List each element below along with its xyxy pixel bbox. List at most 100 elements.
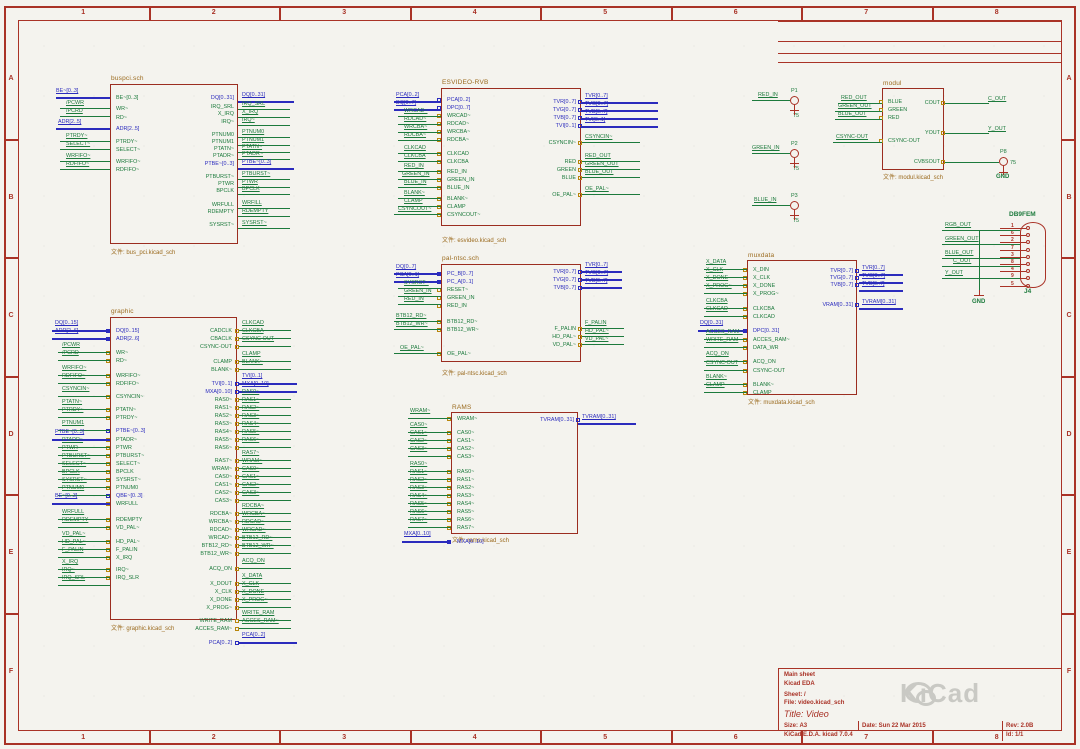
net-label-cout-db9[interactable]: C_OUT — [953, 258, 971, 264]
net-label-graphic-left-9[interactable]: PTNUM1 — [62, 420, 84, 426]
net-label-hdpal-pal[interactable]: HD_PAL~ — [585, 328, 609, 334]
net-label-bpclk[interactable]: BPCLK — [242, 186, 260, 192]
net-label-graphic-right-14[interactable]: RAS7~ — [242, 450, 259, 456]
net-label-rdcad-esv[interactable]: RDCAD~ — [404, 116, 426, 122]
net-label-ptbe03[interactable]: PTBE~[0..3] — [242, 159, 271, 165]
net-label-graphic-right-25[interactable]: BTB12_WR~ — [242, 543, 274, 549]
net-label-rams-left-3[interactable]: CAS2~ — [410, 438, 427, 444]
resistor-p1[interactable] — [790, 96, 799, 105]
net-label-btb12wr-pal[interactable]: BTB12_WR~ — [396, 321, 428, 327]
net-label-graphic-right-10[interactable]: RAS3~ — [242, 413, 259, 419]
db9-pin-circle-1[interactable] — [1026, 226, 1030, 230]
net-label-xirq[interactable]: X_IRQ — [242, 109, 258, 115]
net-label-graphic-right-3[interactable]: CLAMP — [242, 351, 261, 357]
net-label-graphic-right-30[interactable]: X_PROG~ — [242, 597, 268, 603]
net-label-muxdata-left-12[interactable]: CLAMP — [706, 382, 725, 388]
net-label-rams-left-5[interactable]: RAS0~ — [410, 461, 427, 467]
net-label-tvg-esv[interactable]: TVG[0..7] — [585, 101, 608, 107]
net-label-muxdata-left-4[interactable]: CLKCBA — [706, 298, 728, 304]
net-label-redin-esv[interactable]: RED_IN — [404, 163, 424, 169]
net-label-graphic-right-11[interactable]: RAS4~ — [242, 421, 259, 427]
net-label-rams-left-2[interactable]: CAS1~ — [410, 430, 427, 436]
net-label-be03[interactable]: BE~[0..3] — [56, 88, 78, 94]
net-label-wrfill[interactable]: WRFILL — [242, 200, 262, 206]
net-label-graphic-left-5[interactable]: RDFIFO~ — [62, 373, 85, 379]
net-label-greenout-db9[interactable]: GREEN_OUT — [945, 236, 979, 242]
net-label-graphic-right-29[interactable]: X_DONE — [242, 589, 264, 595]
net-label-muxdata-left-6[interactable]: DQ[0..31] — [700, 320, 723, 326]
net-label-graphic-right-1[interactable]: CLKCBA — [242, 328, 264, 334]
net-label-rams-left-12[interactable]: RAS7~ — [410, 517, 427, 523]
net-label-greenin-esv[interactable]: GREEN_IN — [402, 171, 430, 177]
net-label-blueout-modul[interactable]: BLUE_OUT — [838, 111, 866, 117]
net-label-irq[interactable]: IRQ~ — [242, 117, 255, 123]
db9-pin-circle-7[interactable] — [1026, 247, 1030, 252]
net-label-graphic-left-23[interactable]: F_PALIN — [62, 547, 83, 553]
net-label-graphic-right-26[interactable]: ACQ_ON — [242, 558, 265, 564]
net-label-graphic-right-8[interactable]: RAS1~ — [242, 397, 259, 403]
net-label-tvg-pal[interactable]: TVG[0..7] — [585, 270, 608, 276]
net-label-muxdata-left-2[interactable]: X_DONE — [706, 275, 728, 281]
net-label-graphic-right-31[interactable]: WRITE_RAM — [242, 610, 274, 616]
net-label-clamp-esv[interactable]: CLAMP — [404, 198, 423, 204]
net-label-redout-esv[interactable]: RED_OUT — [585, 153, 611, 159]
net-label-graphic-right-21[interactable]: WRCBA~ — [242, 511, 265, 517]
net-label-dq07-esv[interactable]: DQ[0..7] — [396, 100, 416, 106]
net-label-muxdata-left-10[interactable]: CSYNC-OUT — [706, 360, 738, 366]
net-label-tvr-esv[interactable]: TVR[0..7] — [585, 93, 608, 99]
net-label-wrfifo[interactable]: WRFIFO~ — [66, 153, 90, 159]
net-label-rams-left-10[interactable]: RAS5~ — [410, 501, 427, 507]
net-label-csyncin-esv[interactable]: CSYNCIN~ — [585, 134, 612, 140]
net-label-greenout-modul[interactable]: GREEN_OUT — [838, 103, 872, 109]
net-label-sysrst[interactable]: SYSRST~ — [242, 220, 267, 226]
net-label-graphic-right-12[interactable]: RAS5~ — [242, 429, 259, 435]
net-label-rams-left-13[interactable]: MXA[0..10] — [404, 531, 431, 537]
net-label-graphic-left-1[interactable]: ADR[2..6] — [55, 328, 78, 334]
net-label-rams-left-1[interactable]: CAS0~ — [410, 422, 427, 428]
net-label-rdfifo[interactable]: RDFIFO~ — [66, 161, 89, 167]
net-label-graphic-left-4[interactable]: WRFIFO~ — [62, 365, 86, 371]
net-label-pcwr[interactable]: /PCWR — [66, 100, 84, 106]
net-label-graphic-left-25[interactable]: IRQ~ — [62, 567, 75, 573]
net-label-rdempty[interactable]: RDEMPTY — [242, 208, 268, 214]
net-label-irqsrl[interactable]: IRQ_SRL — [242, 101, 265, 107]
net-label-muxdata-left-3[interactable]: X_PROG~ — [706, 283, 732, 289]
net-label-tvb-pal[interactable]: TVB[0..7] — [585, 278, 607, 284]
net-label-muxdata-left-5[interactable]: CLKCAD — [706, 306, 728, 312]
net-label-tvram-mux[interactable]: TVRAM[0..31] — [862, 299, 896, 305]
net-label-rams-left-4[interactable]: CAS3~ — [410, 446, 427, 452]
net-label-graphic-right-27[interactable]: X_DATA — [242, 573, 262, 579]
net-label-clkcba-esv[interactable]: CLKCBA — [404, 153, 426, 159]
net-label-graphic-left-22[interactable]: HD_PAL~ — [62, 539, 86, 545]
net-label-dq07-pal[interactable]: DQ[0..7] — [396, 264, 416, 270]
net-label-tvb-mux[interactable]: TVB[0..7] — [862, 281, 884, 287]
net-label-tvr-pal[interactable]: TVR[0..7] — [585, 262, 608, 268]
resistor-p3[interactable] — [790, 201, 799, 210]
net-label-graphic-right-15[interactable]: WRAM~ — [242, 458, 262, 464]
net-label-rams-left-11[interactable]: RAS6~ — [410, 509, 427, 515]
net-label-graphic-left-20[interactable]: RDEMPTY — [62, 517, 88, 523]
net-label-graphic-right-19[interactable]: CAS3~ — [242, 490, 259, 496]
net-label-graphic-left-18[interactable]: BE~[0..3] — [55, 493, 77, 499]
net-label-graphic-left-3[interactable]: /PCRD — [62, 350, 79, 356]
net-label-csyncout-esv[interactable]: CSYNCOUT~ — [398, 206, 431, 212]
net-label-graphic-right-23[interactable]: WRCAD~ — [242, 527, 266, 533]
net-label-graphic-right-28[interactable]: X_CLK — [242, 581, 259, 587]
net-label-muxdata-left-9[interactable]: ACQ_ON — [706, 351, 729, 357]
net-label-graphic-left-19[interactable]: WRFULL — [62, 509, 84, 515]
net-label-muxdata-left-11[interactable]: BLANK~ — [706, 374, 727, 380]
net-label-ptburst[interactable]: PTBURST~ — [242, 171, 270, 177]
net-label-ptrdy[interactable]: PTRDY~ — [66, 133, 87, 139]
net-label-greenin-pal[interactable]: GREEN_IN — [404, 288, 432, 294]
net-label-graphic-left-8[interactable]: PTRDY~ — [62, 407, 83, 413]
net-label-graphic-right-7[interactable]: RAS0~ — [242, 389, 259, 395]
net-label-pca01-pal[interactable]: PCA[0..1] — [396, 272, 419, 278]
net-label-redin-pal[interactable]: RED_IN — [404, 296, 424, 302]
net-label-graphic-left-13[interactable]: PTBURST~ — [62, 453, 90, 459]
net-label-blueout-esv[interactable]: BLUE_OUT — [585, 169, 613, 175]
net-label-tvg-mux[interactable]: TVG[0..7] — [862, 273, 885, 279]
net-label-graphic-right-4[interactable]: BLANK~ — [242, 359, 263, 365]
net-label-rams-left-6[interactable]: RAS1~ — [410, 469, 427, 475]
net-label-redin-comp[interactable]: RED_IN — [758, 92, 778, 98]
net-label-graphic-right-18[interactable]: CAS2~ — [242, 482, 259, 488]
